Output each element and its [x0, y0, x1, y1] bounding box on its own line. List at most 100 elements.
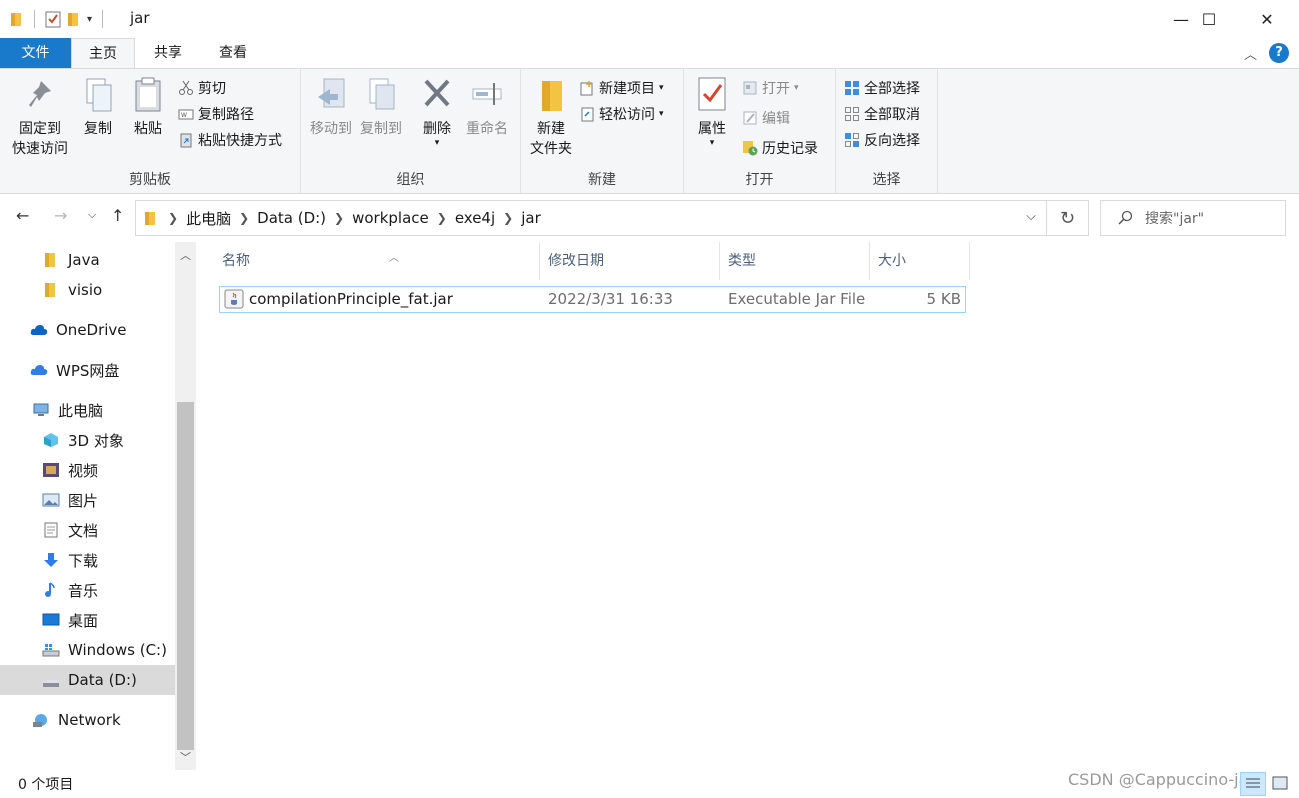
breadcrumb-jar[interactable]: jar	[521, 209, 541, 227]
watermark-text: CSDN @Cappuccino-jay	[1068, 770, 1258, 789]
nav-item-documents[interactable]: 文档	[0, 515, 175, 545]
chevron-right-icon[interactable]: ❯	[334, 211, 344, 225]
up-icon[interactable]: ↑	[111, 206, 124, 225]
cube-icon	[42, 432, 60, 448]
item-count: 0 个项目	[18, 777, 74, 793]
scissors-icon	[178, 80, 194, 96]
copy-to-button[interactable]: 复制到	[355, 75, 407, 139]
recent-locations-icon[interactable]: ⌵	[88, 208, 96, 222]
scroll-thumb[interactable]	[177, 402, 194, 750]
invert-selection-button[interactable]: 反向选择	[844, 129, 920, 151]
history-button[interactable]: 历史记录	[742, 137, 818, 159]
nav-item-label: 音乐	[68, 581, 99, 600]
nav-item-visio[interactable]: visio	[0, 275, 175, 305]
history-label: 历史记录	[762, 141, 818, 157]
properties-icon[interactable]	[45, 10, 61, 28]
address-dropdown-icon[interactable]: ⌵	[1026, 209, 1036, 224]
scroll-up-icon[interactable]: ︿	[175, 246, 196, 266]
customize-qat-icon[interactable]: ▾	[87, 14, 92, 25]
breadcrumb-this-pc[interactable]: 此电脑	[186, 208, 231, 229]
nav-item-onedrive[interactable]: OneDrive	[0, 315, 175, 345]
copy-button[interactable]: 复制	[76, 75, 120, 139]
new-item-button[interactable]: 新建项目 ▾	[579, 77, 664, 99]
tab-view[interactable]: 查看	[200, 38, 266, 68]
tab-file[interactable]: 文件	[0, 38, 71, 68]
status-bar: 0 个项目 CSDN @Cappuccino-jay	[0, 770, 1299, 798]
paste-label: 粘贴	[134, 121, 162, 137]
nav-item-windows-drive[interactable]: Windows (C:)	[0, 635, 175, 665]
pin-quick-access-button[interactable]: 固定到 快速访问	[8, 75, 72, 159]
nav-item-3d-objects[interactable]: 3D 对象	[0, 425, 175, 455]
paste-button[interactable]: 粘贴	[126, 75, 170, 139]
large-icons-view-icon[interactable]	[1268, 772, 1294, 796]
nav-item-videos[interactable]: 视频	[0, 455, 175, 485]
table-row[interactable]: compilationPrinciple_fat.jar 2022/3/31 1…	[219, 286, 966, 313]
tab-home[interactable]: 主页	[71, 38, 135, 68]
tab-share[interactable]: 共享	[136, 38, 200, 68]
file-name: compilationPrinciple_fat.jar	[249, 290, 453, 308]
column-header-size[interactable]: 大小	[870, 242, 970, 280]
search-icon	[1118, 210, 1133, 225]
cut-button[interactable]: 剪切	[178, 77, 226, 99]
rename-button[interactable]: 重命名	[461, 75, 513, 139]
column-header-name[interactable]: ︿ 名称	[214, 242, 540, 280]
nav-item-wps-drive[interactable]: WPS网盘	[0, 355, 175, 385]
refresh-button[interactable]: ↻	[1047, 200, 1089, 236]
select-none-button[interactable]: 全部取消	[844, 103, 920, 125]
nav-item-label: visio	[68, 281, 103, 299]
nav-item-label: 3D 对象	[68, 431, 124, 450]
nav-item-java[interactable]: Java	[0, 245, 175, 275]
nav-item-data-drive[interactable]: Data (D:)	[0, 665, 175, 695]
edit-button[interactable]: 编辑	[742, 107, 790, 129]
chevron-down-icon: ▾	[659, 83, 664, 93]
chevron-right-icon[interactable]: ❯	[168, 211, 178, 225]
nav-item-this-pc[interactable]: 此电脑	[0, 395, 175, 425]
download-icon	[42, 552, 60, 568]
help-icon[interactable]: ?	[1269, 43, 1289, 63]
nav-item-pictures[interactable]: 图片	[0, 485, 175, 515]
music-icon	[42, 582, 60, 598]
forward-icon[interactable]: →	[54, 206, 67, 225]
nav-item-music[interactable]: 音乐	[0, 575, 175, 605]
nav-item-desktop[interactable]: 桌面	[0, 605, 175, 635]
delete-button[interactable]: 删除 ▾	[415, 75, 459, 148]
quick-access-toolbar: ▾	[10, 10, 107, 28]
copy-path-button[interactable]: W 复制路径	[178, 103, 254, 125]
move-to-button[interactable]: 移动到	[305, 75, 357, 139]
nav-item-downloads[interactable]: 下载	[0, 545, 175, 575]
search-input[interactable]: 搜索"jar"	[1100, 200, 1286, 236]
properties-dropdown-icon[interactable]: ▾	[690, 139, 734, 148]
copy-label: 复制	[84, 121, 112, 137]
open-button[interactable]: 打开 ▾	[742, 77, 799, 99]
column-header-type[interactable]: 类型	[720, 242, 870, 280]
refresh-icon: ↻	[1059, 207, 1076, 229]
paste-shortcut-button[interactable]: 粘贴快捷方式	[178, 129, 282, 151]
back-icon[interactable]: ←	[16, 206, 29, 225]
chevron-right-icon[interactable]: ❯	[239, 211, 249, 225]
breadcrumb-workplace[interactable]: workplace	[352, 209, 429, 227]
breadcrumb-data-drive[interactable]: Data (D:)	[257, 209, 326, 227]
nav-item-network[interactable]: Network	[0, 705, 175, 735]
chevron-down-icon: ▾	[794, 83, 799, 93]
new-folder-button[interactable]: 新建 文件夹	[525, 75, 577, 159]
breadcrumb-exe4j[interactable]: exe4j	[455, 209, 495, 227]
clipboard-group-label: 剪贴板	[129, 172, 171, 188]
column-name-label: 名称	[222, 253, 250, 269]
chevron-right-icon[interactable]: ❯	[437, 211, 447, 225]
properties-button[interactable]: 属性 ▾	[690, 75, 734, 148]
window-title: jar	[130, 9, 150, 27]
delete-dropdown-icon[interactable]: ▾	[415, 139, 459, 148]
nav-scrollbar[interactable]: ︿ ﹀	[175, 242, 196, 770]
collapse-ribbon-icon[interactable]: ︿	[1244, 44, 1257, 63]
maximize-button[interactable]: ☐	[1180, 0, 1238, 38]
new-folder-icon[interactable]	[67, 11, 81, 27]
easy-access-button[interactable]: 轻松访问 ▾	[579, 103, 664, 125]
column-header-modified[interactable]: 修改日期	[540, 242, 720, 280]
close-button[interactable]: ✕	[1238, 0, 1296, 38]
chevron-right-icon[interactable]: ❯	[503, 211, 513, 225]
select-all-button[interactable]: 全部选择	[844, 77, 920, 99]
navigation-bar: ← → ⌵ ↑ ❯ 此电脑 ❯ Data (D:) ❯ workplace ❯ …	[0, 194, 1299, 242]
details-view-icon[interactable]	[1240, 772, 1266, 796]
address-bar[interactable]: ❯ 此电脑 ❯ Data (D:) ❯ workplace ❯ exe4j ❯ …	[135, 200, 1047, 236]
scroll-down-icon[interactable]: ﹀	[175, 748, 196, 768]
